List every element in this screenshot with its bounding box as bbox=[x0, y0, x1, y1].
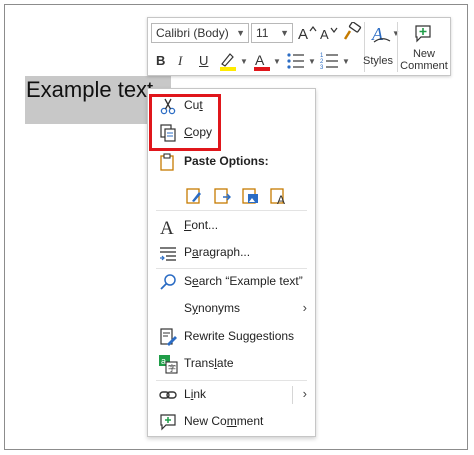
underline-button[interactable]: U bbox=[199, 53, 208, 68]
svg-text:a: a bbox=[161, 356, 166, 366]
clipboard-icon bbox=[160, 153, 174, 171]
menu-item-synonyms[interactable]: Synonyms › bbox=[148, 296, 315, 322]
menu-item-translate[interactable]: a 字 Translate bbox=[148, 351, 315, 377]
menu-item-label: Search “Example text” bbox=[184, 274, 303, 288]
menu-item-label: Rewrite Suggestions bbox=[184, 329, 295, 343]
bullets-icon[interactable]: ▼ bbox=[286, 51, 318, 71]
svg-text:▼: ▼ bbox=[342, 57, 350, 66]
format-painter-icon[interactable] bbox=[341, 22, 363, 44]
menu-item-label: Link bbox=[184, 387, 207, 401]
chevron-down-icon[interactable]: ▼ bbox=[236, 24, 245, 42]
menu-item-label: Paragraph... bbox=[184, 245, 251, 259]
rewrite-icon bbox=[160, 328, 177, 346]
paste-options-label: Paste Options: bbox=[184, 154, 269, 168]
paste-keep-source-formatting-icon[interactable] bbox=[184, 185, 204, 205]
menu-item-label: Font... bbox=[184, 218, 219, 232]
svg-text:▼: ▼ bbox=[308, 57, 316, 66]
translate-icon: a 字 bbox=[159, 355, 178, 374]
paste-options-header: Paste Options: bbox=[148, 149, 315, 175]
new-comment-label-line2: Comment bbox=[400, 60, 448, 72]
link-icon bbox=[159, 391, 177, 399]
menu-item-paragraph[interactable]: Paragraph... bbox=[148, 240, 315, 266]
numbering-icon[interactable]: 1 2 3 ▼ bbox=[320, 51, 352, 71]
menu-item-label: Synonyms bbox=[184, 301, 241, 315]
svg-text:A: A bbox=[298, 26, 308, 43]
new-comment-icon[interactable] bbox=[412, 23, 434, 45]
svg-text:字: 字 bbox=[168, 363, 176, 373]
font-size-value: 11 bbox=[256, 26, 269, 40]
svg-text:▼: ▼ bbox=[392, 29, 400, 38]
menu-item-font[interactable]: A Font... bbox=[148, 213, 315, 239]
split-separator bbox=[292, 386, 293, 404]
menu-separator bbox=[156, 210, 307, 211]
new-comment-button[interactable]: New Comment bbox=[398, 48, 450, 72]
font-name-value: Calibri (Body) bbox=[156, 26, 229, 40]
bold-button[interactable]: B bbox=[156, 53, 165, 68]
highlight-color-icon[interactable]: ▼ bbox=[218, 50, 250, 72]
font-name-combo[interactable]: Calibri (Body) ▼ bbox=[151, 23, 249, 43]
svg-text:▼: ▼ bbox=[273, 57, 281, 66]
svg-text:▼: ▼ bbox=[240, 57, 248, 66]
highlight-box bbox=[149, 94, 221, 151]
menu-item-label: New Comment bbox=[184, 414, 264, 428]
mini-toolbar: Calibri (Body) ▼ 11 ▼ A A A ▼ Styles New… bbox=[147, 17, 451, 76]
paste-merge-formatting-icon[interactable] bbox=[212, 185, 232, 205]
svg-text:A: A bbox=[371, 24, 384, 44]
italic-button[interactable]: I bbox=[178, 53, 182, 69]
search-icon bbox=[160, 274, 176, 290]
svg-text:A: A bbox=[160, 218, 174, 236]
grow-font-icon[interactable]: A bbox=[297, 23, 317, 43]
menu-item-search[interactable]: Search “Example text” bbox=[148, 269, 315, 295]
chevron-right-icon[interactable]: › bbox=[303, 386, 307, 401]
menu-item-label: Translate bbox=[184, 356, 234, 370]
font-size-combo[interactable]: 11 ▼ bbox=[251, 23, 293, 43]
paragraph-icon bbox=[160, 247, 176, 261]
menu-item-link[interactable]: Link › bbox=[148, 382, 315, 408]
new-comment-label-line1: New bbox=[412, 48, 435, 60]
chevron-down-icon[interactable]: ▼ bbox=[280, 24, 289, 42]
menu-item-new-comment[interactable]: New Comment bbox=[148, 409, 315, 435]
paste-picture-icon[interactable] bbox=[240, 185, 260, 205]
svg-text:3: 3 bbox=[320, 65, 324, 71]
menu-separator bbox=[156, 380, 307, 381]
new-comment-icon bbox=[160, 414, 176, 431]
font-icon: A bbox=[160, 218, 174, 236]
paste-text-only-icon[interactable]: A bbox=[268, 185, 288, 205]
svg-text:A: A bbox=[277, 193, 285, 205]
menu-item-rewrite-suggestions[interactable]: Rewrite Suggestions bbox=[148, 324, 315, 350]
svg-text:A: A bbox=[255, 52, 265, 68]
chevron-right-icon: › bbox=[302, 300, 307, 315]
font-color-icon[interactable]: A ▼ bbox=[252, 50, 282, 72]
selected-text[interactable]: Example text bbox=[26, 77, 153, 103]
styles-button[interactable]: Styles bbox=[360, 55, 396, 67]
shrink-font-icon[interactable]: A bbox=[319, 23, 339, 43]
svg-text:A: A bbox=[320, 27, 329, 42]
